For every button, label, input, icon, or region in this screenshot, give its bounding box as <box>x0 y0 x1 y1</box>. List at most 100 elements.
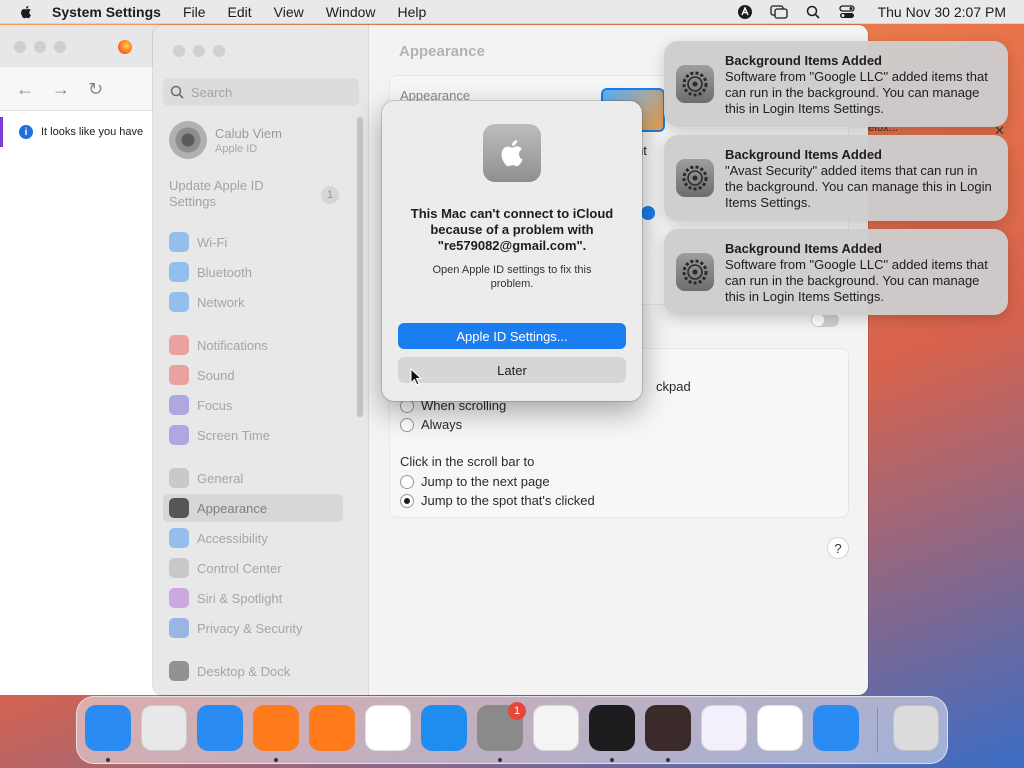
firefox-tab-icon[interactable] <box>118 40 132 54</box>
siri-icon <box>169 588 189 608</box>
notifications-icon <box>169 335 189 355</box>
radio-button[interactable] <box>400 474 414 489</box>
textedit-icon[interactable] <box>533 705 579 751</box>
window-menu[interactable]: Window <box>326 4 376 20</box>
notification-title: Background Items Added <box>725 147 882 162</box>
radio-jump-next-page[interactable]: Jump to the next page <box>400 474 550 489</box>
privacy-icon <box>169 618 189 638</box>
gear-icon <box>676 159 714 197</box>
dialog-message: Open Apple ID settings to fix this probl… <box>432 264 592 290</box>
update-badge: 1 <box>321 186 339 204</box>
trash-icon[interactable] <box>893 705 939 751</box>
app-store-icon[interactable] <box>421 705 467 751</box>
sidebar-item-network[interactable]: Network <box>163 288 343 316</box>
close-icon[interactable]: ✕ <box>994 123 1005 139</box>
radio-label: Always <box>421 417 463 432</box>
sidebar-item-accessibility[interactable]: Accessibility <box>163 524 343 552</box>
sidebar-scrollbar[interactable] <box>357 117 363 417</box>
minimize-button[interactable] <box>193 45 205 57</box>
zoom-button[interactable] <box>213 45 225 57</box>
launchpad-icon[interactable] <box>141 705 187 751</box>
sidebar-item-appearance[interactable]: Appearance <box>163 494 343 522</box>
safari-icon[interactable] <box>197 705 243 751</box>
notification-banner[interactable]: Background Items Added "Avast Security" a… <box>664 135 1008 221</box>
later-button[interactable]: Later <box>398 357 626 383</box>
settings-toggle[interactable] <box>811 313 839 327</box>
browser-close-button[interactable] <box>14 41 26 53</box>
account-name: Calub Viem <box>215 125 282 141</box>
screen-mirroring-icon[interactable] <box>769 4 788 20</box>
apple-id-account[interactable]: Calub Viem Apple ID <box>169 121 282 159</box>
forward-arrow-icon[interactable]: → <box>52 79 70 100</box>
bluetooth-icon <box>169 262 189 282</box>
radio-always[interactable]: Always <box>400 417 462 432</box>
radio-jump-to-spot[interactable]: Jump to the spot that's clicked <box>400 493 595 508</box>
back-arrow-icon[interactable]: ← <box>16 79 34 100</box>
control-center-menu-icon[interactable] <box>838 4 856 20</box>
radio-button[interactable] <box>400 417 414 432</box>
app-name-menu[interactable]: System Settings <box>52 4 161 20</box>
sidebar-item-sound[interactable]: Sound <box>163 361 343 389</box>
sidebar-item-label: Appearance <box>197 500 268 516</box>
notification-banner[interactable]: Background Items Added Software from "Goo… <box>664 41 1008 127</box>
desktop-dock-icon <box>169 661 189 681</box>
sidebar-item-general[interactable]: General <box>163 464 343 492</box>
accessibility-icon <box>169 528 189 548</box>
apple-id-settings-button[interactable]: Apple ID Settings... <box>398 323 626 349</box>
page-title: Appearance <box>399 43 485 60</box>
avast-icon[interactable] <box>309 705 355 751</box>
close-button[interactable] <box>173 45 185 57</box>
radio-button-selected[interactable] <box>400 493 414 508</box>
accent-color-blue[interactable] <box>641 206 655 220</box>
search-field[interactable]: Search <box>163 78 359 106</box>
avast-status-icon[interactable] <box>736 4 754 20</box>
weather-icon[interactable] <box>813 705 859 751</box>
chrome-icon[interactable] <box>365 705 411 751</box>
sidebar-item-label: Desktop & Dock <box>197 663 291 679</box>
sidebar-item-notifications[interactable]: Notifications <box>163 331 343 359</box>
dialog-title: This Mac can't connect to iCloud because… <box>410 206 614 253</box>
sidebar-item-wifi[interactable]: Wi-Fi <box>163 228 343 256</box>
sidebar-item-control-center[interactable]: Control Center <box>163 554 343 582</box>
sidebar-item-bluetooth[interactable]: Bluetooth <box>163 258 343 286</box>
apple-icon[interactable] <box>18 4 34 20</box>
network-icon <box>169 292 189 312</box>
notification-banner[interactable]: Background Items Added Software from "Goo… <box>664 229 1008 315</box>
sidebar-item-focus[interactable]: Focus <box>163 391 343 419</box>
help-button[interactable]: ? <box>827 537 849 559</box>
file-menu[interactable]: File <box>183 4 206 20</box>
browser-minimize-button[interactable] <box>34 41 46 53</box>
click-scroll-bar-label: Click in the scroll bar to <box>400 454 535 469</box>
help-menu[interactable]: Help <box>398 4 427 20</box>
reload-icon[interactable]: ↻ <box>88 79 103 100</box>
account-subtitle: Apple ID <box>215 142 258 155</box>
sidebar-item-label: Siri & Spotlight <box>197 590 283 606</box>
sidebar-item-desktop-dock[interactable]: Desktop & Dock <box>163 657 343 685</box>
sidebar-item-siri[interactable]: Siri & Spotlight <box>163 584 343 612</box>
vscode-icon[interactable] <box>757 705 803 751</box>
gear-icon <box>676 65 714 103</box>
general-icon <box>169 468 189 488</box>
gear-icon <box>676 253 714 291</box>
finder-icon[interactable] <box>85 705 131 751</box>
terminal-icon[interactable] <box>589 705 635 751</box>
sidebar-item-screen-time[interactable]: Screen Time <box>163 421 343 449</box>
edit-menu[interactable]: Edit <box>228 4 252 20</box>
sidebar-item-label: Control Center <box>197 560 282 576</box>
firefox-icon[interactable] <box>253 705 299 751</box>
spotlight-search-icon[interactable] <box>804 4 822 20</box>
control-center-icon <box>169 558 189 578</box>
visual-studio-icon[interactable] <box>701 705 747 751</box>
browser-notice-bar: i It looks like you have <box>0 117 160 147</box>
sidebar-item-label: Sound <box>197 367 235 383</box>
menu-clock[interactable]: Thu Nov 30 2:07 PM <box>878 4 1006 20</box>
sidebar-item-label: Bluetooth <box>197 264 252 280</box>
instruments-icon[interactable] <box>645 705 691 751</box>
update-apple-id-item[interactable]: Update Apple ID Settings 1 <box>169 178 339 210</box>
screen-time-icon <box>169 425 189 445</box>
sidebar-item-label: Notifications <box>197 337 268 353</box>
sidebar-item-privacy[interactable]: Privacy & Security <box>163 614 343 642</box>
view-menu[interactable]: View <box>274 4 304 20</box>
radio-label: Jump to the next page <box>421 474 550 489</box>
browser-zoom-button[interactable] <box>54 41 66 53</box>
